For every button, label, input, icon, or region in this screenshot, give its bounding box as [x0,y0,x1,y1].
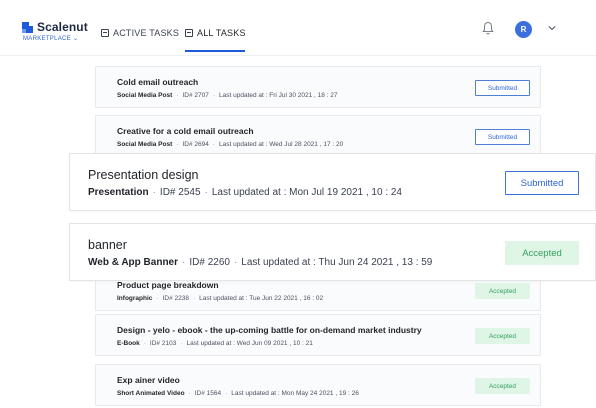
top-navigation-bar: Scalenut MARKETPLACE ⌄ ACTIVE TASKS ALL … [0,0,596,56]
task-updated: Last updated at : Tue Jun 22 2021 , 16 :… [199,295,324,302]
task-title: Design - yelo - ebook - the up-coming ba… [117,325,422,335]
status-badge[interactable]: Accepted [475,283,530,299]
task-updated: Last updated at : Wed Jun 09 2021 , 10 :… [186,340,313,347]
tab-all-tasks[interactable]: ALL TASKS [185,28,246,38]
marketplace-label: MARKETPLACE [23,36,71,42]
task-card[interactable]: Exp ainer video Short Animated Video · ID#… [95,364,541,406]
task-meta: Social Media Post · ID# 2694 · Last updated … [117,141,344,148]
user-avatar[interactable]: R [515,21,532,38]
task-meta: E-Book · ID# 2103 · Last updated at : Wed Ju… [117,340,313,347]
task-id: ID# 2238 [162,295,189,302]
tab-active-tasks[interactable]: ACTIVE TASKS [101,28,179,38]
chevron-down-icon: ⌄ [70,36,79,42]
task-card[interactable]: Design - yelo - ebook - the up-coming ba… [95,314,541,356]
status-badge[interactable]: Accepted [505,241,579,265]
task-type: Social Media Post [117,92,173,99]
task-type: Infographic [117,295,153,302]
task-title: Cold email outreach [117,77,199,87]
task-title: Creative for a cold email outreach [117,126,254,136]
task-updated: Last updated at : Thu Jun 24 2021 , 13 :… [241,257,433,268]
task-updated: Last updated at : Wed Jul 28 2021 , 17 :… [219,141,344,148]
tab-active-tasks-label: ACTIVE TASKS [113,28,180,38]
active-tab-indicator [185,50,245,52]
brand-subtitle[interactable]: MARKETPLACE ⌄ [23,35,88,42]
task-title: Presentation design [88,168,199,182]
status-badge[interactable]: Accepted [475,328,530,344]
chevron-down-icon[interactable] [547,24,557,32]
task-meta: Social Media Post · ID# 2707 · Last updated … [117,92,338,99]
task-meta: Infographic · ID# 2238 · Last updated at : T… [117,295,324,302]
task-card[interactable]: Creative for a cold email outreach Socia… [95,115,541,157]
status-badge[interactable]: Submitted [505,171,579,195]
notification-bell-icon[interactable] [482,21,494,35]
task-updated: Last updated at : Mon Jul 19 2021 , 10 :… [211,187,402,198]
task-title: Exp ainer video [117,375,180,385]
task-meta: Short Animated Video · ID# 1564 · Last updat… [117,390,359,397]
tasks-icon [185,29,193,37]
task-type: Web & App Banner [88,257,179,268]
task-id: ID# 2260 [189,257,230,268]
brand-name: Scalenut [37,20,88,34]
status-badge[interactable]: Accepted [475,378,530,394]
task-type: E-Book [117,340,140,347]
scalenut-logo-icon [22,21,33,33]
task-id: ID# 2694 [182,141,209,148]
task-card[interactable]: Cold email outreach Social Media Post · ID… [95,66,541,108]
task-title: banner [88,238,127,252]
tasks-icon [101,29,109,37]
status-badge[interactable]: Submitted [475,129,530,145]
tab-all-tasks-label: ALL TASKS [197,28,246,38]
brand-logo[interactable]: Scalenut MARKETPLACE ⌄ [22,20,88,42]
task-id: ID# 1564 [194,390,222,397]
task-card[interactable]: banner Web & App Banner · ID# 2260 · Last up… [69,223,596,281]
task-id: ID# 2707 [182,92,209,99]
task-meta: Presentation · ID# 2545 · Last updated at : … [88,187,402,198]
task-type: Presentation [88,187,149,198]
task-updated: Last updated at : Mon May 24 2021 , 19 :… [231,390,359,397]
task-id: ID# 2545 [159,187,201,198]
task-type: Short Animated Video [117,390,185,397]
task-card[interactable]: Presentation design Presentation · ID# 254… [69,153,596,211]
task-id: ID# 2103 [149,340,177,347]
task-type: Social Media Post [117,141,173,148]
task-updated: Last updated at : Fri Jul 30 2021 , 18 :… [219,92,338,99]
status-badge[interactable]: Submitted [475,80,530,96]
task-meta: Web & App Banner · ID# 2260 · Last updated a… [88,257,433,268]
task-title: Product page breakdown [117,280,219,290]
